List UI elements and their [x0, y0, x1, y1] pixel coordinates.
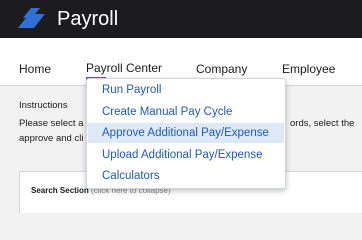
- app-header: Payroll: [0, 0, 362, 38]
- nav-payroll-center[interactable]: Payroll Center: [86, 61, 162, 75]
- instructions-text-line2: approve and cli: [19, 133, 84, 144]
- nav-employee[interactable]: Employee: [282, 62, 335, 76]
- nav-company[interactable]: Company: [196, 62, 247, 76]
- nav-home[interactable]: Home: [19, 62, 51, 76]
- menu-item-calculators[interactable]: Calculators: [88, 166, 284, 186]
- search-section-title: Search Section: [31, 186, 89, 195]
- menu-item-run-payroll[interactable]: Run Payroll: [88, 80, 284, 100]
- payroll-logo-icon: [18, 8, 45, 28]
- instructions-text-line1-right: ords, select the: [290, 118, 355, 129]
- menu-item-create-manual-pay-cycle[interactable]: Create Manual Pay Cycle: [88, 102, 284, 122]
- payroll-center-dropdown: Run Payroll Create Manual Pay Cycle Appr…: [86, 78, 286, 189]
- menu-item-approve-additional-pay[interactable]: Approve Additional Pay/Expense: [88, 123, 284, 143]
- instructions-text-line1-left: Please select a: [19, 118, 84, 129]
- menu-item-upload-additional-pay[interactable]: Upload Additional Pay/Expense: [88, 145, 284, 165]
- instructions-heading: Instructions: [19, 100, 68, 111]
- app-title: Payroll: [57, 8, 119, 30]
